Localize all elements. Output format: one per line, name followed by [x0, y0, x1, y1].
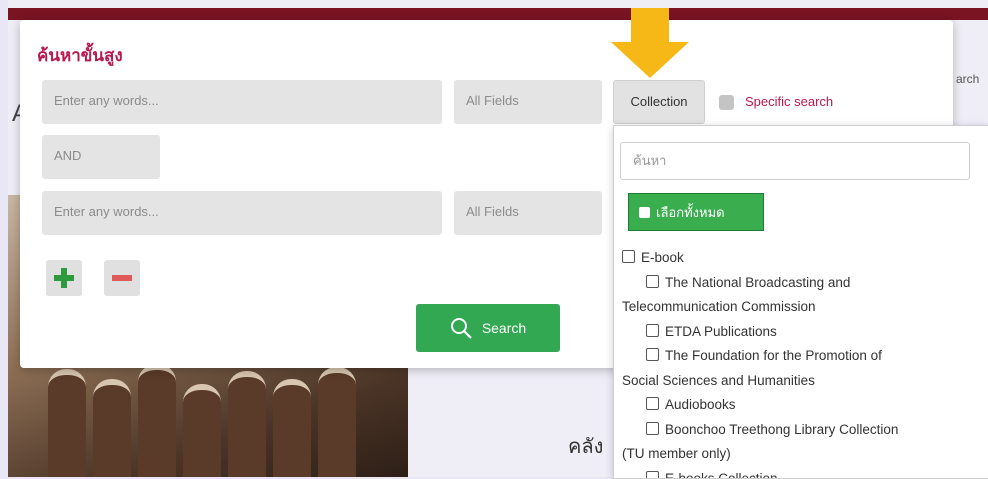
- background-link-fragment: arch: [956, 72, 979, 86]
- field-select-1[interactable]: All Fields: [454, 80, 602, 124]
- plus-icon: [53, 267, 75, 289]
- select-all-label: เลือกทั้งหมด: [656, 202, 725, 223]
- checkbox-icon[interactable]: [622, 250, 635, 263]
- collection-item-boonchoo-cont: (TU member only): [622, 442, 967, 467]
- collection-item-foundation-cont: Social Sciences and Humanities: [622, 369, 967, 394]
- checkbox-icon: [639, 207, 650, 218]
- checkbox-icon[interactable]: [646, 471, 659, 479]
- remove-row-button[interactable]: [104, 260, 140, 296]
- add-row-button[interactable]: [46, 260, 82, 296]
- collection-item-etda[interactable]: ETDA Publications: [622, 320, 967, 345]
- search-button[interactable]: Search: [416, 304, 560, 352]
- operator-select[interactable]: AND: [42, 135, 160, 179]
- collection-item-boonchoo[interactable]: Boonchoo Treethong Library Collection: [622, 418, 967, 443]
- collection-search-input[interactable]: ค้นหา: [620, 142, 970, 180]
- collection-button[interactable]: Collection: [613, 80, 705, 124]
- specific-search-checkbox[interactable]: [719, 95, 734, 110]
- search-icon: [450, 317, 472, 339]
- query-input-1[interactable]: Enter any words...: [42, 80, 442, 124]
- background-thai-fragment: คลัง: [568, 430, 603, 462]
- collection-item-nbtc-cont: Telecommunication Commission: [622, 295, 967, 320]
- collection-item-ebook[interactable]: E-book: [622, 246, 967, 271]
- header-bar: [8, 8, 988, 20]
- collection-dropdown: ค้นหา เลือกทั้งหมด E-book The National B…: [613, 125, 988, 479]
- specific-search-label: Specific search: [745, 94, 833, 109]
- checkbox-icon[interactable]: [646, 324, 659, 337]
- search-button-label: Search: [482, 320, 526, 336]
- select-all-button[interactable]: เลือกทั้งหมด: [628, 193, 764, 231]
- checkbox-icon[interactable]: [646, 397, 659, 410]
- field-select-2[interactable]: All Fields: [454, 191, 602, 235]
- collection-item-foundation[interactable]: The Foundation for the Promotion of: [622, 344, 967, 369]
- checkbox-icon[interactable]: [646, 422, 659, 435]
- collection-item-audiobooks[interactable]: Audiobooks: [622, 393, 967, 418]
- checkbox-icon[interactable]: [646, 348, 659, 361]
- checkbox-icon[interactable]: [646, 275, 659, 288]
- collection-list: E-book The National Broadcasting and Tel…: [622, 246, 967, 479]
- collection-item-ebooks-collection[interactable]: E-books Collection: [622, 467, 967, 479]
- down-arrow-icon: [603, 8, 697, 78]
- advanced-search-title: ค้นหาขั้นสูง: [37, 42, 123, 69]
- collection-item-nbtc[interactable]: The National Broadcasting and: [622, 271, 967, 296]
- query-input-2[interactable]: Enter any words...: [42, 191, 442, 235]
- minus-icon: [111, 267, 133, 289]
